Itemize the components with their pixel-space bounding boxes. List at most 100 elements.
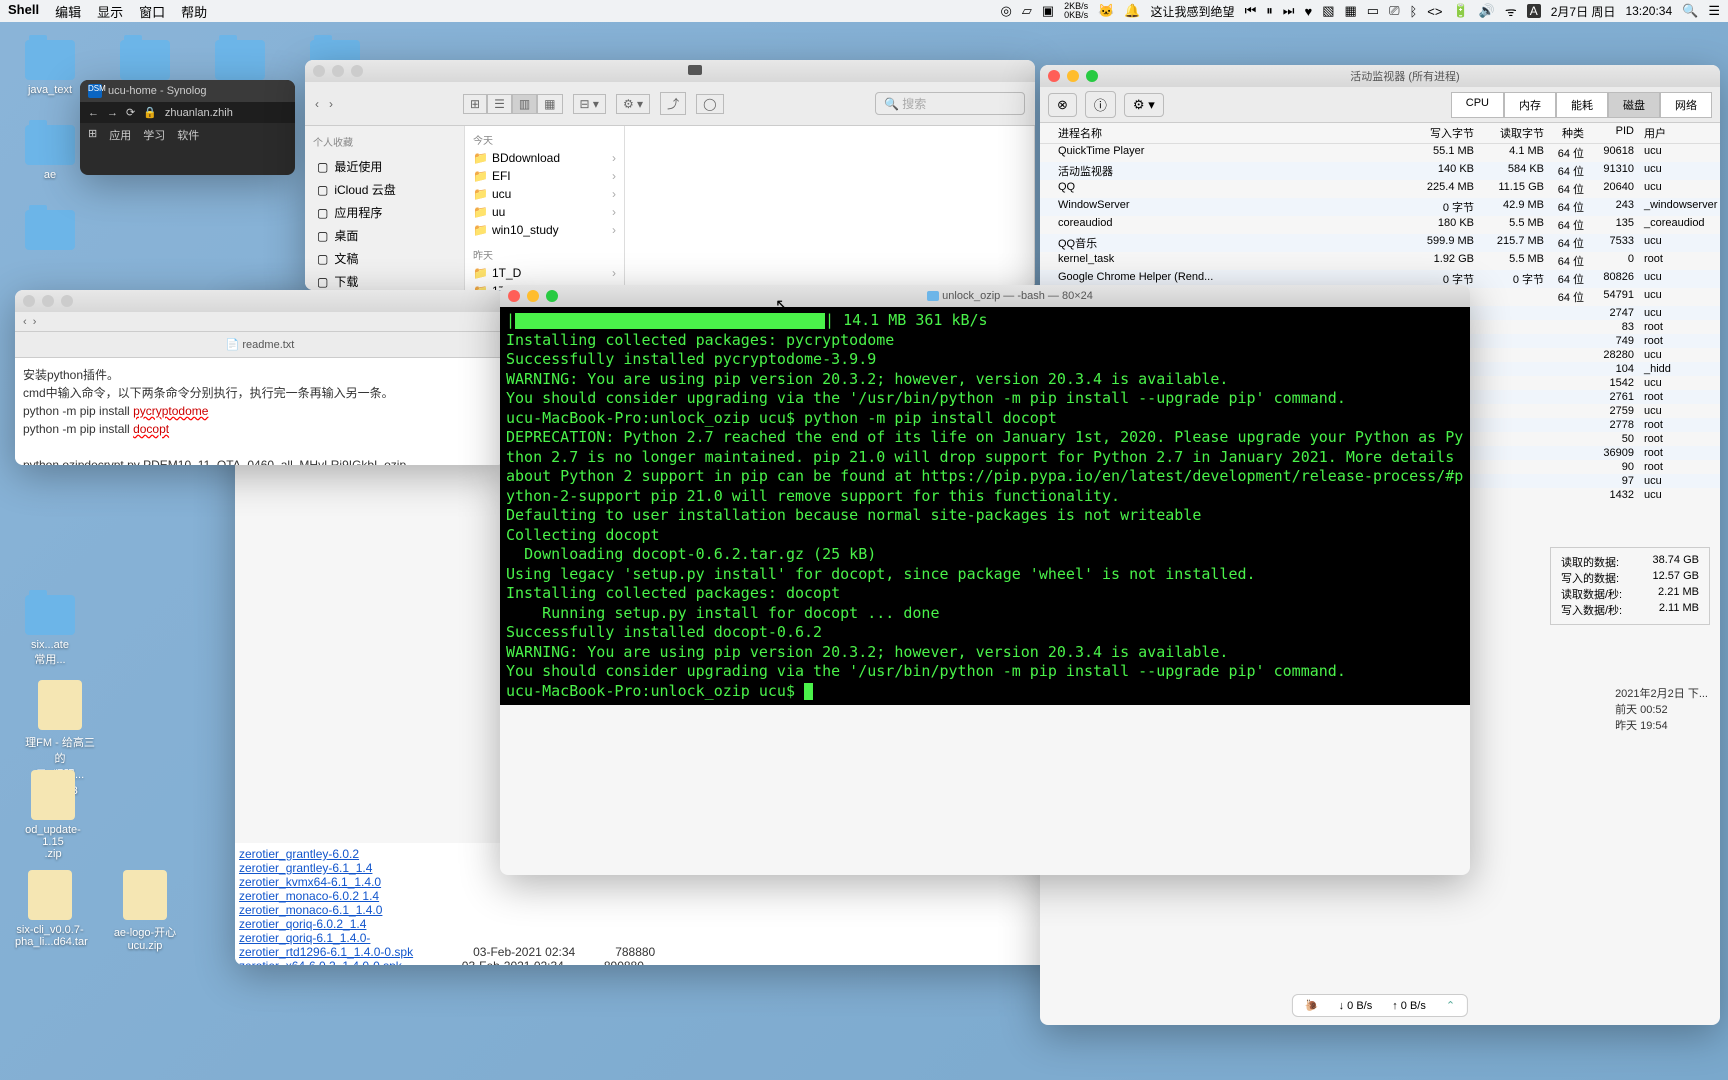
- process-row[interactable]: QQ音乐599.9 MB215.7 MB64 位7533ucu: [1040, 234, 1720, 252]
- desktop-icon[interactable]: [15, 210, 85, 254]
- close-icon[interactable]: [1048, 70, 1060, 82]
- process-row[interactable]: QuickTime Player55.1 MB4.1 MB64 位90618uc…: [1040, 144, 1720, 162]
- minimize-icon[interactable]: [1067, 70, 1079, 82]
- file-link[interactable]: zerotier_kvmx64-6.1_1.4.0: [239, 875, 381, 889]
- file-link[interactable]: zerotier_qoriq-6.0.2_1.4: [239, 917, 366, 931]
- file-link[interactable]: zerotier_grantley-6.0.2: [239, 847, 359, 861]
- col-write[interactable]: 写入字节: [1410, 125, 1480, 141]
- folder-item[interactable]: 📁EFI›: [465, 167, 624, 185]
- search-icon[interactable]: 🔍: [1682, 3, 1698, 19]
- file-link[interactable]: zerotier_x64-6.0.2_1.4.0-0.spk: [239, 959, 402, 965]
- heart-icon[interactable]: ♥: [1304, 4, 1312, 19]
- bookmark-study[interactable]: 学习: [143, 127, 165, 143]
- process-row[interactable]: WindowServer0 字节42.9 MB64 位243_windowser…: [1040, 198, 1720, 216]
- finder-icon[interactable]: ▣: [1042, 3, 1054, 19]
- process-row[interactable]: QQ225.4 MB11.15 GB64 位20640ucu: [1040, 180, 1720, 198]
- col-read[interactable]: 读取字节: [1480, 125, 1550, 141]
- menu-window[interactable]: 窗口: [139, 2, 165, 21]
- date[interactable]: 2月7日 周日: [1551, 3, 1616, 20]
- bookmark-apps[interactable]: 应用: [109, 127, 131, 143]
- sidebar-item[interactable]: ▢桌面: [313, 224, 456, 247]
- info-button[interactable]: ⓘ: [1085, 91, 1116, 118]
- sidebar-item[interactable]: ▢最近使用: [313, 155, 456, 178]
- arrange-button[interactable]: ⊟ ▾: [573, 94, 606, 114]
- menu-edit[interactable]: 编辑: [55, 2, 81, 21]
- cat-icon[interactable]: 🐱: [1098, 3, 1114, 19]
- action-button[interactable]: ⚙ ▾: [616, 94, 650, 114]
- file-link[interactable]: zerotier_monaco-6.1_1.4.0: [239, 903, 382, 917]
- zoom-icon[interactable]: [546, 290, 558, 302]
- media-pause-icon[interactable]: ⏸: [1266, 3, 1273, 19]
- desktop-icon[interactable]: java_text: [15, 40, 85, 96]
- view-list[interactable]: ☰: [487, 94, 512, 114]
- minimize-icon[interactable]: [527, 290, 539, 302]
- textedit-window[interactable]: ‹ › 📄 readme.txt 安装python插件。 cmd中输入命令，以下…: [15, 290, 505, 465]
- back-icon[interactable]: ‹: [23, 316, 27, 328]
- network-widget[interactable]: 🐌 ↓ 0 B/s ↑ 0 B/s ⌃: [1292, 994, 1468, 1017]
- process-row[interactable]: kernel_task1.92 GB5.5 MB64 位0root: [1040, 252, 1720, 270]
- gear-button[interactable]: ⚙ ▾: [1124, 93, 1164, 117]
- browser-window[interactable]: DSM ucu-home - Synolog ← → ⟳ 🔒 zhuanlan.…: [80, 80, 295, 175]
- terminal-titlebar[interactable]: unlock_ozip — -bash — 80×24: [500, 285, 1470, 307]
- film-icon[interactable]: ▦: [1344, 3, 1356, 19]
- media-prev-icon[interactable]: ⏮: [1245, 3, 1257, 19]
- terminal-window[interactable]: unlock_ozip — -bash — 80×24 || 14.1 MB 3…: [500, 285, 1470, 875]
- tab-内存[interactable]: 内存: [1504, 92, 1556, 118]
- sync-icon[interactable]: ◎: [1001, 3, 1012, 19]
- back-icon[interactable]: ←: [88, 107, 99, 119]
- file-link[interactable]: zerotier_qoriq-6.1_1.4.0-: [239, 931, 370, 945]
- apps-icon[interactable]: ⊞: [88, 127, 97, 143]
- file-row[interactable]: zerotier_kvmx64-6.1_1.4.0: [239, 875, 1101, 889]
- file-link[interactable]: zerotier_rtd1296-6.1_1.4.0-0.spk: [239, 945, 413, 959]
- col-name[interactable]: 进程名称: [1040, 125, 1410, 141]
- col-user[interactable]: 用户: [1640, 125, 1720, 141]
- file-row[interactable]: zerotier_monaco-6.0.2 1.4: [239, 889, 1101, 903]
- time[interactable]: 13:20:34: [1625, 4, 1672, 18]
- folder-item[interactable]: 📁win10_study›: [465, 221, 624, 239]
- tab-磁盘[interactable]: 磁盘: [1608, 92, 1660, 118]
- search-input[interactable]: 🔍 搜索: [875, 92, 1025, 115]
- col-type[interactable]: 种类: [1550, 125, 1590, 141]
- file-row[interactable]: zerotier_qoriq-6.0.2_1.4: [239, 917, 1101, 931]
- app-name[interactable]: Shell: [8, 2, 39, 21]
- bell-icon[interactable]: 🔔: [1124, 3, 1140, 19]
- desktop-icon[interactable]: six...ate 常用...: [15, 595, 85, 667]
- sidebar-item[interactable]: ▢iCloud 云盘: [313, 178, 456, 201]
- terminal-body[interactable]: || 14.1 MB 361 kB/s Installing collected…: [500, 307, 1470, 705]
- bookmark-soft[interactable]: 软件: [177, 127, 199, 143]
- menu-view[interactable]: 显示: [97, 2, 123, 21]
- desktop-icon[interactable]: od_update-1.15 .zip: [18, 770, 88, 860]
- notification-icon[interactable]: ☰: [1708, 3, 1720, 19]
- view-icons[interactable]: ⊞: [463, 94, 487, 114]
- close-icon[interactable]: [508, 290, 520, 302]
- tab-CPU[interactable]: CPU: [1451, 92, 1504, 118]
- process-row[interactable]: 活动监视器140 KB584 KB64 位91310ucu: [1040, 162, 1720, 180]
- minimize-icon[interactable]: [42, 295, 54, 307]
- display-icon[interactable]: ⎚: [1389, 3, 1399, 19]
- zoom-icon[interactable]: [61, 295, 73, 307]
- file-tab[interactable]: 📄 readme.txt: [226, 338, 295, 351]
- forward-icon[interactable]: →: [107, 107, 118, 119]
- address-bar[interactable]: ← → ⟳ 🔒 zhuanlan.zhih: [80, 102, 295, 123]
- close-icon[interactable]: [313, 65, 325, 77]
- dropbox-icon[interactable]: ▱: [1022, 3, 1032, 19]
- minimize-icon[interactable]: [332, 65, 344, 77]
- folder-item[interactable]: 📁BDdownload›: [465, 149, 624, 167]
- sidebar-item[interactable]: ▢下载: [313, 270, 456, 290]
- reload-icon[interactable]: ⟳: [126, 106, 135, 119]
- folder-item[interactable]: 📁ucu›: [465, 185, 624, 203]
- am-titlebar[interactable]: 活动监视器 (所有进程): [1040, 65, 1720, 87]
- tab-网络[interactable]: 网络: [1660, 92, 1712, 118]
- code-icon[interactable]: <>: [1427, 4, 1442, 19]
- browser-tab[interactable]: DSM ucu-home - Synolog: [80, 80, 295, 102]
- forward-button[interactable]: ›: [329, 97, 333, 111]
- file-link[interactable]: zerotier_grantley-6.1_1.4: [239, 861, 372, 875]
- box-icon[interactable]: ▧: [1322, 3, 1334, 19]
- wifi-icon[interactable]: ᯤ: [1505, 2, 1517, 20]
- sidebar-item[interactable]: ▢应用程序: [313, 201, 456, 224]
- stop-button[interactable]: ⊗: [1048, 93, 1077, 117]
- close-icon[interactable]: [23, 295, 35, 307]
- desktop-icon[interactable]: [110, 40, 180, 84]
- share-button[interactable]: ⤴: [660, 92, 686, 115]
- desktop-icon[interactable]: ae: [15, 125, 85, 181]
